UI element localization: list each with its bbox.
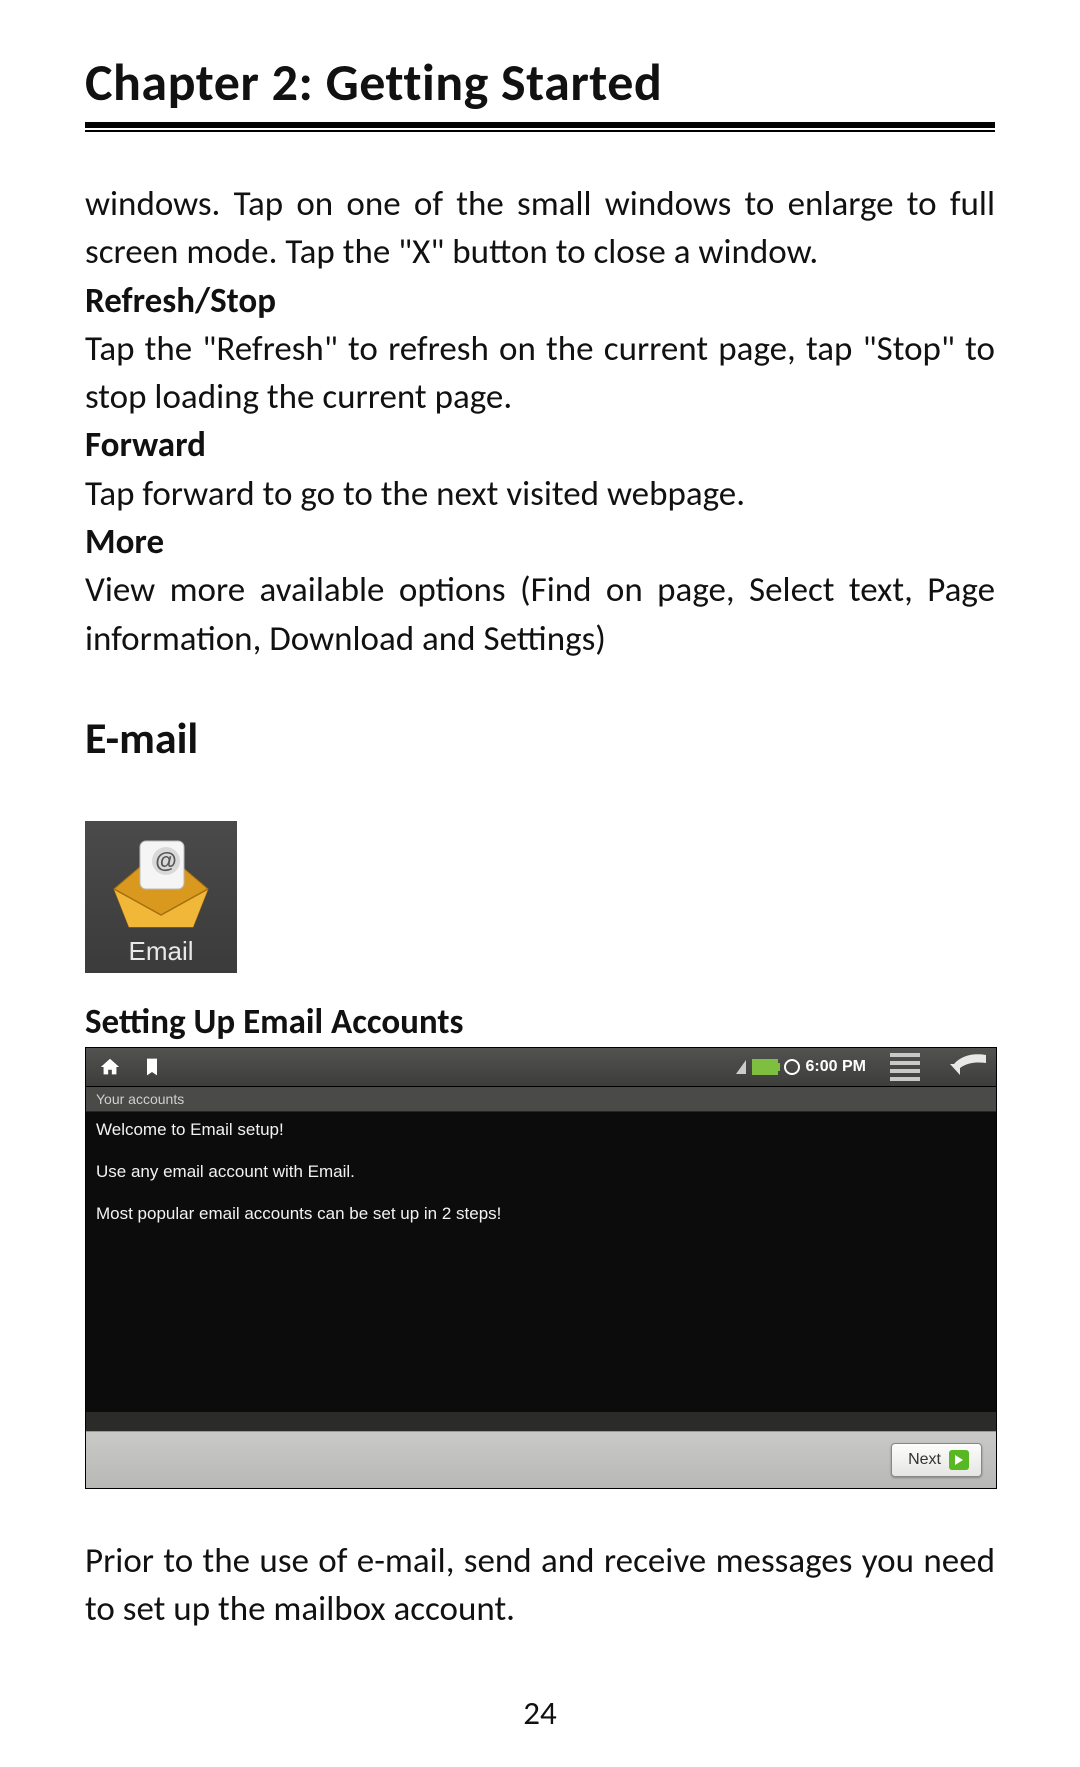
clock-icon	[784, 1059, 800, 1075]
svg-text:@: @	[155, 848, 176, 873]
android-status-bar: 6:00 PM	[86, 1048, 996, 1087]
email-icon-label: Email	[128, 936, 193, 967]
refresh-stop-heading: Refresh/Stop	[85, 277, 995, 325]
email-intro-paragraph: Prior to the use of e-mail, send and rec…	[85, 1537, 995, 1634]
welcome-line: Welcome to Email setup!	[96, 1120, 986, 1140]
email-setup-screenshot: 6:00 PM Your accounts Welcome to Email s…	[85, 1047, 997, 1489]
envelope-icon: @	[106, 837, 216, 932]
status-right: 6:00 PM	[736, 1053, 986, 1081]
document-page: Chapter 2: Getting Started windows. Tap …	[0, 0, 1080, 1767]
next-button-label: Next	[908, 1451, 941, 1469]
forward-body: Tap forward to go to the next visited we…	[85, 470, 995, 518]
page-number: 24	[0, 1693, 1080, 1733]
refresh-stop-body: Tap the "Refresh" to refresh on the curr…	[85, 325, 995, 422]
next-button[interactable]: Next	[891, 1443, 982, 1477]
bookmark-icon[interactable]	[138, 1053, 166, 1081]
bottom-toolbar: Next	[86, 1431, 996, 1488]
divider-thin	[85, 130, 995, 132]
email-app-icon: @ Email	[85, 821, 237, 973]
email-section-heading: E-mail	[85, 711, 995, 765]
two-steps-line: Most popular email accounts can be set u…	[96, 1204, 986, 1224]
back-icon[interactable]	[950, 1053, 986, 1080]
setting-up-email-heading: Setting Up Email Accounts	[85, 1001, 995, 1043]
forward-heading: Forward	[85, 421, 995, 469]
menu-icon[interactable]	[890, 1053, 920, 1081]
accounts-subheader: Your accounts	[86, 1087, 996, 1112]
email-setup-body: Welcome to Email setup! Use any email ac…	[86, 1112, 996, 1412]
wifi-icon	[736, 1060, 746, 1074]
more-body: View more available options (Find on pag…	[85, 566, 995, 663]
more-heading: More	[85, 518, 995, 566]
battery-icon	[752, 1059, 778, 1075]
home-icon[interactable]	[96, 1053, 124, 1081]
divider-heavy	[85, 122, 995, 128]
next-arrow-icon	[949, 1450, 969, 1470]
chapter-title: Chapter 2: Getting Started	[85, 50, 995, 114]
any-account-line: Use any email account with Email.	[96, 1162, 986, 1182]
continuation-paragraph: windows. Tap on one of the small windows…	[85, 180, 995, 277]
clock-time: 6:00 PM	[806, 1058, 866, 1076]
